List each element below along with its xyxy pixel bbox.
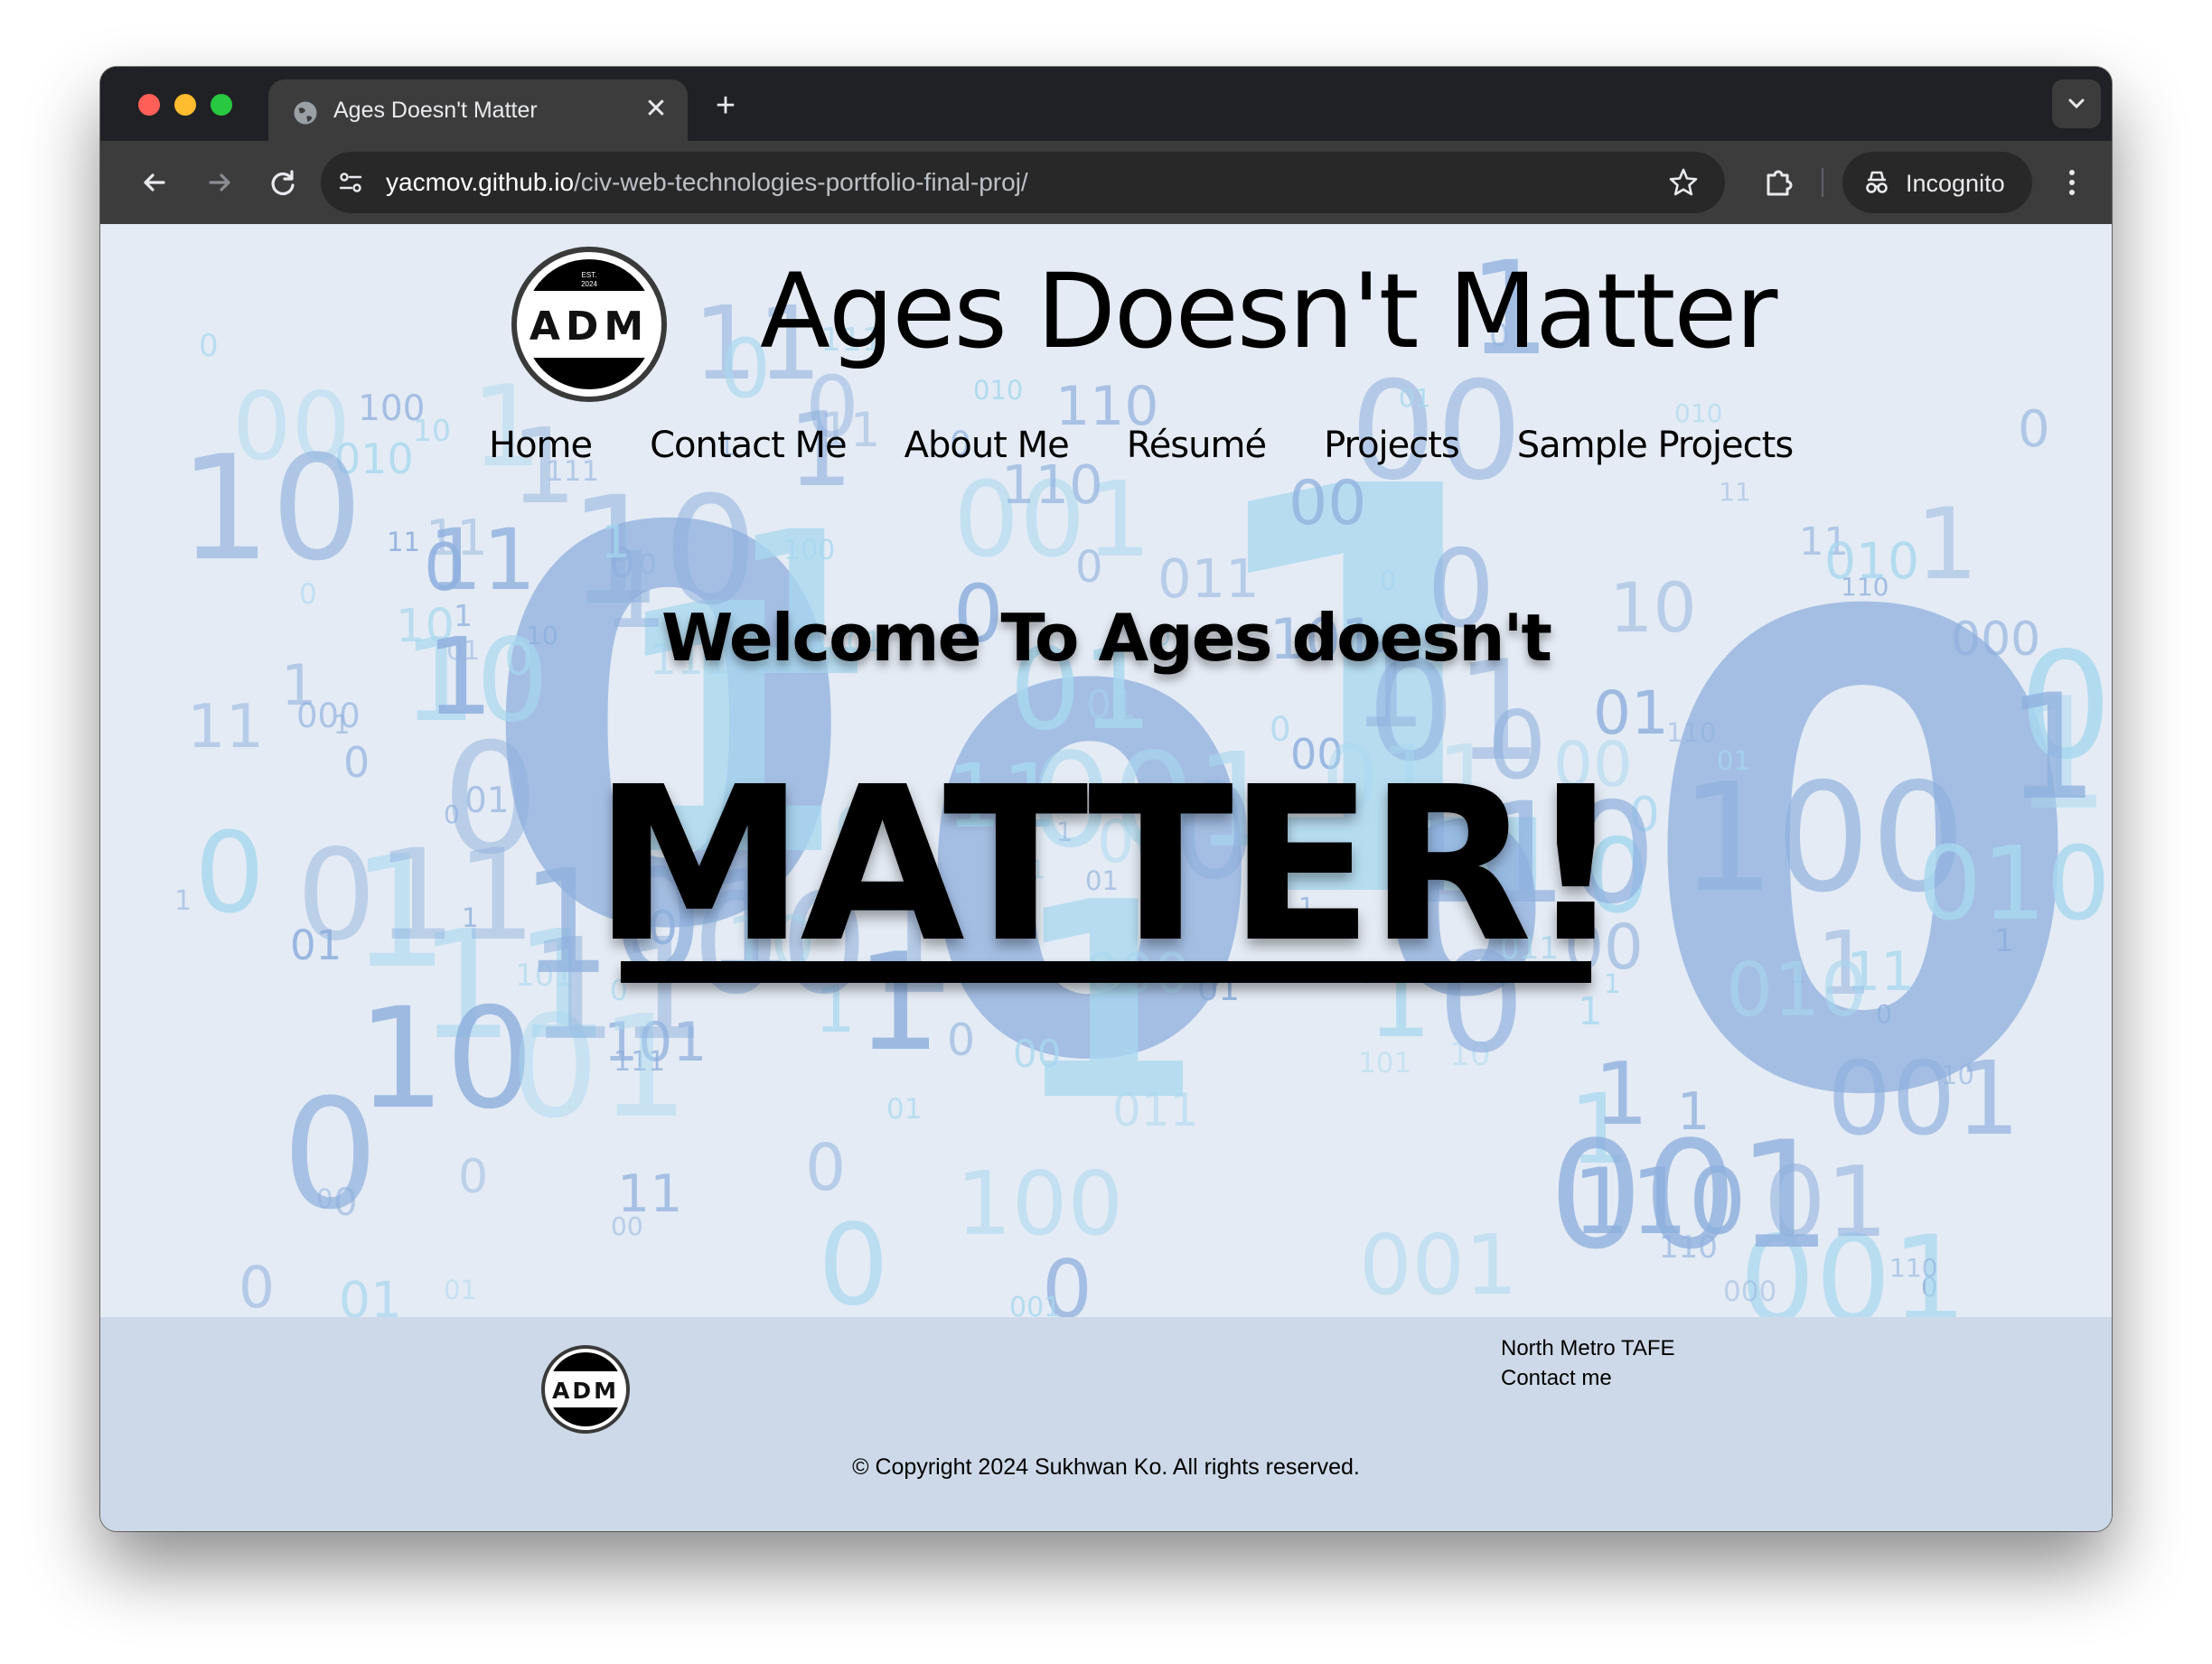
browser-toolbar: yacmov.github.io/civ-web-technologies-po… xyxy=(100,141,2112,224)
globe-icon xyxy=(294,101,317,125)
nav-home[interactable]: Home xyxy=(489,425,593,479)
nav-resume[interactable]: Résumé xyxy=(1127,425,1267,479)
welcome-heading: Welcome To Ages doesn't xyxy=(661,600,1552,676)
logo-year: 2024 xyxy=(581,280,597,288)
svg-text:11: 11 xyxy=(387,527,420,557)
bookmark-star-icon[interactable] xyxy=(1667,166,1700,199)
svg-text:10: 10 xyxy=(357,978,534,1140)
tab-search-button[interactable] xyxy=(2052,79,2101,128)
footer-adm-logo[interactable]: ADM xyxy=(540,1344,631,1435)
chevron-down-icon xyxy=(2068,98,2085,109)
footer-logo-text: ADM xyxy=(552,1378,619,1404)
close-tab-icon[interactable]: ✕ xyxy=(641,94,671,125)
site-title: Ages Doesn't Matter xyxy=(760,251,1777,371)
close-window-button[interactable] xyxy=(138,94,160,116)
incognito-indicator[interactable]: Incognito xyxy=(1842,152,2032,213)
svg-text:001: 001 xyxy=(1359,1217,1518,1313)
svg-text:0: 0 xyxy=(818,1201,889,1317)
svg-text:010: 010 xyxy=(1824,532,1919,590)
svg-text:0: 0 xyxy=(1876,999,1892,1029)
footer-link-contact-me[interactable]: Contact me xyxy=(1501,1363,1675,1393)
footer-link-north-metro-tafe[interactable]: North Metro TAFE xyxy=(1501,1333,1675,1363)
url-domain: yacmov.github.io xyxy=(386,168,575,196)
svg-text:011: 011 xyxy=(1112,1084,1198,1136)
svg-text:10: 10 xyxy=(413,413,451,448)
extensions-puzzle-icon[interactable] xyxy=(1757,161,1801,204)
svg-text:01: 01 xyxy=(444,1275,477,1305)
svg-text:11: 11 xyxy=(1719,477,1751,507)
incognito-icon xyxy=(1866,171,1888,193)
svg-text:0: 0 xyxy=(424,529,465,605)
site-footer: ADM North Metro TAFE Contact me © Copyri… xyxy=(100,1317,2112,1531)
url-text[interactable]: yacmov.github.io/civ-web-technologies-po… xyxy=(386,168,1028,197)
more-menu-icon[interactable] xyxy=(2050,161,2094,204)
nav-about-me[interactable]: About Me xyxy=(904,425,1070,479)
svg-text:110: 110 xyxy=(1889,1253,1937,1283)
svg-text:100: 100 xyxy=(783,535,835,566)
minimize-window-button[interactable] xyxy=(174,94,196,116)
svg-text:101: 101 xyxy=(1358,1047,1411,1080)
site-nav: Home Contact Me About Me Résumé Projects… xyxy=(489,425,1794,479)
svg-text:0: 0 xyxy=(199,328,219,364)
matter-headline: MATTER! xyxy=(593,741,1624,989)
svg-text:010: 010 xyxy=(973,375,1023,406)
svg-text:0: 0 xyxy=(239,1255,275,1317)
back-arrow-icon[interactable] xyxy=(133,161,176,204)
svg-text:100: 100 xyxy=(956,1153,1123,1255)
svg-text:01: 01 xyxy=(1764,1146,1888,1259)
svg-text:001: 001 xyxy=(1009,1292,1061,1317)
toolbar-divider xyxy=(1822,168,1823,197)
svg-text:001: 001 xyxy=(1827,1041,2020,1158)
page-viewport: 0 1 0 1 0 1 0 1 01 0 0 0 01 1 11 11 000 111 00 10 01 110 11 0 1 1… xyxy=(100,224,2112,1531)
maximize-window-button[interactable] xyxy=(211,94,232,116)
tab-title: Ages Doesn't Matter xyxy=(333,98,538,123)
logo-est: EST. xyxy=(582,271,597,279)
svg-text:10: 10 xyxy=(179,424,363,593)
svg-text:01: 01 xyxy=(1086,682,1137,728)
svg-text:1: 1 xyxy=(1578,989,1602,1034)
copyright-text: © Copyright 2024 Sukhwan Ko. All rights … xyxy=(852,1454,1360,1480)
browser-window: Ages Doesn't Matter ✕ + yacmov.github.io… xyxy=(100,67,2112,1531)
svg-text:01: 01 xyxy=(1399,383,1431,413)
footer-links: North Metro TAFE Contact me xyxy=(1501,1333,1675,1393)
svg-text:0: 0 xyxy=(458,1150,488,1204)
nav-sample-projects[interactable]: Sample Projects xyxy=(1517,425,1794,479)
site-settings-icon[interactable] xyxy=(335,167,366,198)
svg-text:1: 1 xyxy=(601,516,630,569)
nav-projects[interactable]: Projects xyxy=(1324,425,1460,479)
forward-arrow-icon[interactable] xyxy=(198,161,241,204)
svg-text:00: 00 xyxy=(611,1211,643,1241)
incognito-label: Incognito xyxy=(1906,170,2005,197)
svg-text:01: 01 xyxy=(1593,678,1669,748)
svg-text:1: 1 xyxy=(1916,487,1978,602)
address-bar[interactable]: yacmov.github.io/civ-web-technologies-po… xyxy=(321,152,1725,213)
tab-strip: Ages Doesn't Matter ✕ + xyxy=(100,67,2112,141)
svg-text:0: 0 xyxy=(947,1014,975,1066)
hero-section: 0 1 0 1 0 1 0 1 01 0 0 0 01 1 11 11 000 111 00 10 01 110 11 0 1 1… xyxy=(100,224,2112,1317)
svg-text:00: 00 xyxy=(1013,1032,1061,1076)
headline-underline xyxy=(621,961,1591,983)
svg-text:01: 01 xyxy=(886,1093,922,1126)
nav-contact-me[interactable]: Contact Me xyxy=(650,425,847,479)
adm-logo[interactable]: EST. 2024 ADM xyxy=(511,246,668,403)
new-tab-button[interactable]: + xyxy=(708,89,744,125)
svg-text:01: 01 xyxy=(339,1271,402,1317)
svg-text:0: 0 xyxy=(1380,566,1396,596)
reload-icon[interactable] xyxy=(261,161,305,204)
svg-text:0: 0 xyxy=(2018,400,2050,459)
svg-text:0: 0 xyxy=(805,1130,846,1205)
url-path: /civ-web-technologies-portfolio-final-pr… xyxy=(574,168,1028,196)
svg-text:0: 0 xyxy=(282,1066,379,1243)
tab-active[interactable]: Ages Doesn't Matter ✕ xyxy=(268,79,688,141)
logo-text: ADM xyxy=(530,304,649,350)
